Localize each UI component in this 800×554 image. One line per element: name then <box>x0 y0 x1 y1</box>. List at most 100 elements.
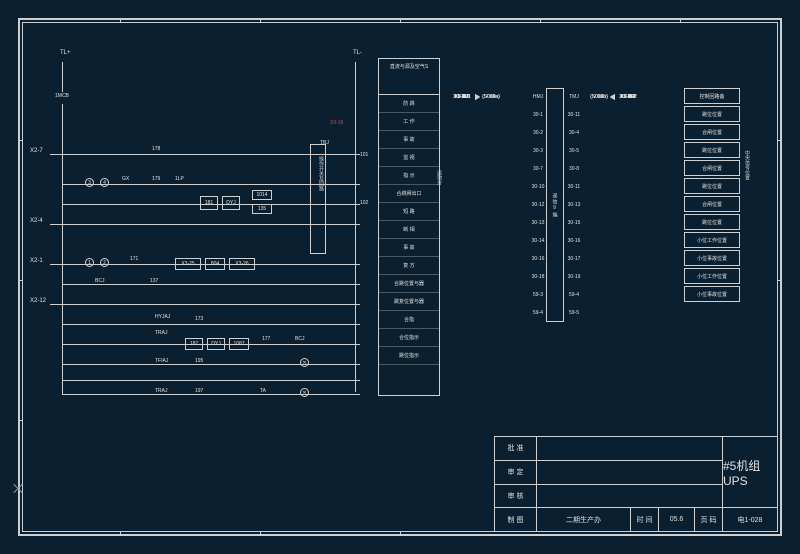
tb-page-label: 页 码 <box>695 508 723 532</box>
mid-pin: 30-4 <box>566 124 582 142</box>
component-box: X3-25 <box>175 258 201 270</box>
tb-check: 审 核 <box>495 485 537 509</box>
right-annotation-box: 跳位位置 <box>684 178 740 194</box>
tb-date-value: 05.6 <box>659 508 695 532</box>
term-label: X2-1 <box>30 258 43 264</box>
panel-a-row: 合跳位置与器 <box>379 275 439 293</box>
wire <box>62 104 63 394</box>
component-box: 804 <box>205 258 225 270</box>
panel-a-header: 直流与源及空气S <box>379 59 439 95</box>
row-num: 195 <box>195 358 203 364</box>
component-box: DYJ <box>222 196 240 210</box>
mid-pin: 30-16 <box>566 232 582 250</box>
term-label: X2-7 <box>30 148 43 154</box>
frame-tick <box>260 532 261 536</box>
node-circle: 3 <box>85 178 94 187</box>
mid-pin: 30-13 <box>530 214 546 232</box>
frame-tick <box>400 18 401 22</box>
signal-terminal: X3-13/2 <box>614 94 642 100</box>
signal-id: (S013a) <box>476 94 506 100</box>
mid-pin: 30-2 <box>530 124 546 142</box>
wire <box>62 284 360 285</box>
frame-tick <box>778 140 782 141</box>
panel-a-row: 复 方 <box>379 257 439 275</box>
tb-title: #5机组UPS <box>723 437 778 508</box>
bracket-label: TFIAJ <box>155 358 168 364</box>
right-annotation-box: 合闸位置 <box>684 196 740 212</box>
panel-a-row: 指 示 <box>379 167 439 185</box>
row-num: 179 <box>152 176 160 182</box>
panel-a-row: 合跳闸出口 <box>379 185 439 203</box>
node-circle: 2 <box>100 258 109 267</box>
node-num: 102 <box>360 200 368 206</box>
row-num: 177 <box>262 336 270 342</box>
component-box: 187 <box>185 338 203 350</box>
panel-a-row: 事 故 <box>379 239 439 257</box>
mid-pin: 30-18 <box>530 268 546 286</box>
panel-a-row: 短 路 <box>379 203 439 221</box>
wire <box>355 92 356 392</box>
component-box: X3-26 <box>229 258 255 270</box>
right-annotation-box: 跳位位置 <box>684 106 740 122</box>
label-bus: 1MCB <box>55 93 69 99</box>
right-box-column: 控制回路备跳位位置合闸位置跳位位置合闸位置跳位位置合闸位置跳位位置小位工作位置小… <box>684 88 740 304</box>
right-annotation-box: 控制回路备 <box>684 88 740 104</box>
mid-pin: 30-15 <box>566 214 582 232</box>
panel-b-header: 远动分 <box>436 170 443 185</box>
mid-pin: 59-3 <box>530 286 546 304</box>
row-label: GX <box>122 176 129 182</box>
tb-blank <box>537 485 723 509</box>
frame-tick <box>400 532 401 536</box>
frame-tick <box>120 532 121 536</box>
frame-tick <box>540 18 541 22</box>
node-circle: 4 <box>100 178 109 187</box>
mid-pin: 30-5 <box>566 142 582 160</box>
signal-row: X3-13/1(S013a) <box>448 88 506 106</box>
row-num: 197 <box>195 388 203 394</box>
wire <box>62 62 63 92</box>
frame-tick <box>680 18 681 22</box>
mid-pin: 30-8 <box>566 160 582 178</box>
tb-approve: 批 准 <box>495 437 537 461</box>
mid-pins-right: TMJ30-1130-430-530-830-1130-1330-1530-16… <box>566 88 582 322</box>
mid-pin: 30-10 <box>530 178 546 196</box>
mid-pin: 59-4 <box>566 286 582 304</box>
mid-pin: TMJ <box>566 88 582 106</box>
tb-blank <box>537 437 723 461</box>
right-annotation-box: 小位事故位置 <box>684 250 740 266</box>
panel-a-row: 断 相 <box>379 221 439 239</box>
middle-signal-box: 遥信9端 <box>546 88 564 322</box>
bracket-label: BCJ <box>295 336 304 342</box>
frame-tick <box>18 140 22 141</box>
panel-a-row: 工 作 <box>379 113 439 131</box>
right-annotation-box: 小位工作位置 <box>684 268 740 284</box>
wire <box>62 364 360 365</box>
frame-tick <box>778 280 782 281</box>
row-label: TA <box>260 388 266 394</box>
row-num: 171 <box>130 256 138 262</box>
component-box: 135 <box>252 204 272 214</box>
lamp-icon: ✕ <box>300 358 309 367</box>
bracket-label: HYJAJ <box>155 314 170 320</box>
wire <box>50 304 360 305</box>
tb-office: 二期生产办 <box>537 508 631 532</box>
wire <box>62 324 360 325</box>
panel-a-row: 监 视 <box>379 149 439 167</box>
right-annotation-box: 跳位位置 <box>684 214 740 230</box>
panel-a-row: 防 跳 <box>379 95 439 113</box>
panel-a-row: 跳复位置与器 <box>379 293 439 311</box>
tb-draw: 制 图 <box>495 508 537 532</box>
right-annotation-box: 小位事故位置 <box>684 286 740 302</box>
tb-verify: 审 定 <box>495 461 537 485</box>
component-box: DYJ <box>207 338 225 350</box>
panel-a-row: 合指 <box>379 311 439 329</box>
tb-page-value: 电1-028 <box>723 508 778 532</box>
mid-pins-left: HMJ30-130-230-330-730-1030-1230-1330-143… <box>530 88 546 322</box>
label-tl-minus: TL- <box>353 50 362 56</box>
panel-a-row: 事 故 <box>379 131 439 149</box>
mid-pin: 30-17 <box>566 250 582 268</box>
term-label: X2-4 <box>30 218 43 224</box>
panel-a-row: 跳位指示 <box>379 347 439 365</box>
saltire-mark <box>12 482 24 494</box>
mid-pin: 30-16 <box>530 250 546 268</box>
